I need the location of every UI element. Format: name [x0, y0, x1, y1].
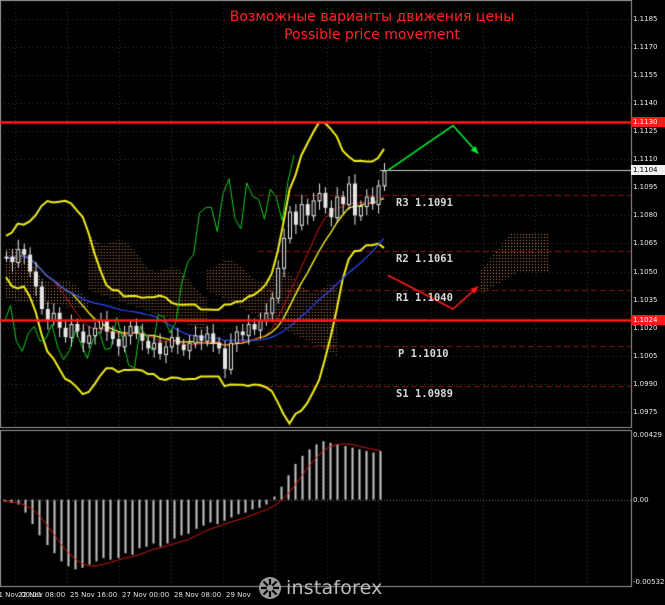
- watermark: instaforex: [0, 572, 665, 605]
- price-badge: 1.1024: [631, 315, 665, 326]
- price-badge: 1.1130: [631, 116, 665, 127]
- watermark-brand: instaforex: [286, 577, 383, 599]
- price-chart-canvas[interactable]: [0, 0, 665, 605]
- trading-terminal: Возможные варианты движения цены Possibl…: [0, 0, 665, 605]
- instaforex-logo-icon: [259, 577, 281, 599]
- price-badge: 1.1104: [631, 165, 665, 176]
